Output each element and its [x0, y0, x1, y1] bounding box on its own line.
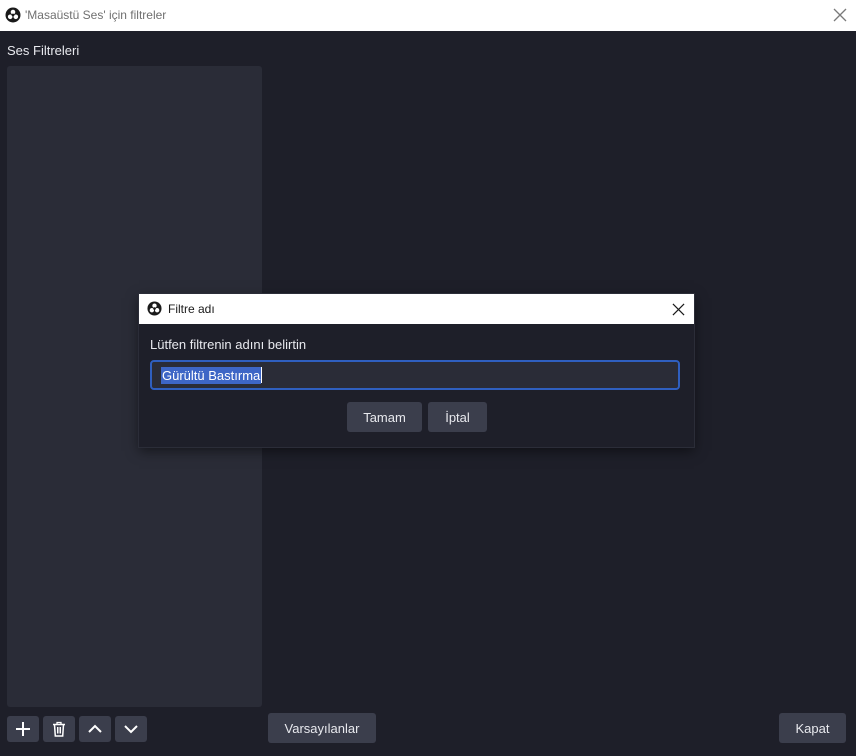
- dialog-title: Filtre adı: [168, 302, 215, 316]
- add-filter-button[interactable]: [7, 716, 39, 742]
- text-caret: [261, 367, 263, 383]
- move-down-button[interactable]: [115, 716, 147, 742]
- close-icon[interactable]: [666, 297, 690, 321]
- plus-icon: [15, 721, 31, 737]
- close-icon[interactable]: [828, 4, 852, 26]
- filter-name-input[interactable]: Gürültü Bastırma: [150, 360, 680, 390]
- trash-icon: [51, 721, 67, 737]
- chevron-down-icon: [123, 721, 139, 737]
- remove-filter-button[interactable]: [43, 716, 75, 742]
- filters-window: 'Masaüstü Ses' için filtreler Ses Filtre…: [0, 0, 858, 756]
- defaults-button[interactable]: Varsayılanlar: [268, 713, 376, 743]
- dialog-titlebar: Filtre adı: [139, 294, 694, 324]
- input-selected-text: Gürültü Bastırma: [161, 366, 262, 384]
- dialog-prompt: Lütfen filtrenin adını belirtin: [150, 337, 307, 352]
- ok-button[interactable]: Tamam: [347, 402, 422, 432]
- obs-logo-icon: [5, 7, 21, 23]
- cancel-button[interactable]: İptal: [428, 402, 487, 432]
- chevron-up-icon: [87, 721, 103, 737]
- move-up-button[interactable]: [79, 716, 111, 742]
- filter-name-dialog: Filtre adı Lütfen filtrenin adını belirt…: [139, 294, 694, 447]
- obs-logo-icon: [147, 301, 162, 316]
- window-titlebar: 'Masaüstü Ses' için filtreler: [0, 0, 858, 31]
- close-button[interactable]: Kapat: [779, 713, 846, 743]
- window-title: 'Masaüstü Ses' için filtreler: [25, 8, 167, 22]
- audio-filters-label: Ses Filtreleri: [7, 43, 80, 58]
